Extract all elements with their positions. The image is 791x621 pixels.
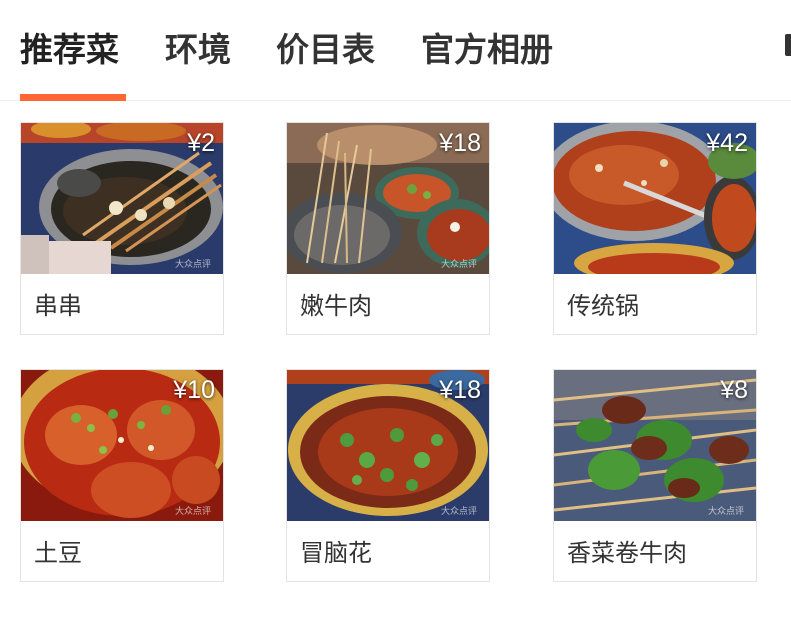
dish-photo: ¥10 大众点评 (21, 370, 223, 521)
watermark: 大众点评 (440, 507, 477, 517)
dish-price: ¥8 (720, 376, 748, 404)
active-tab-indicator (20, 94, 126, 101)
watermark: 大众点评 (174, 260, 211, 270)
dish-price: ¥18 (439, 376, 481, 404)
dish-name: 传统锅 (567, 292, 639, 320)
dish-photo: ¥8 大众点评 (554, 370, 756, 521)
dish-card-chuanchuan[interactable]: ¥2 大众点评 串串 (20, 122, 224, 335)
dish-photo: ¥18 大众点评 (287, 123, 489, 274)
dish-price: ¥18 (439, 129, 481, 157)
dish-photo: ¥18 大众点评 (287, 370, 489, 521)
dish-card-coriander-beef[interactable]: ¥8 大众点评 香菜卷牛肉 (553, 369, 757, 582)
dish-price: ¥2 (187, 129, 215, 157)
dish-name: 嫩牛肉 (300, 292, 372, 320)
watermark: 大众点评 (440, 260, 477, 270)
tab-price-list[interactable]: 价目表 (276, 28, 375, 72)
tab-official-album[interactable]: 官方相册 (421, 28, 553, 72)
watermark: 大众点评 (174, 507, 211, 517)
tab-recommended-dishes[interactable]: 推荐菜 (20, 28, 119, 72)
tab-bar: 推荐菜 环境 价目表 官方相册 (0, 0, 791, 101)
dish-photo: ¥42 (554, 123, 756, 274)
dish-name: 冒脑花 (300, 539, 372, 567)
dish-card-brain[interactable]: ¥18 大众点评 冒脑花 (286, 369, 490, 582)
dish-name: 香菜卷牛肉 (567, 539, 687, 567)
watermark: 大众点评 (707, 507, 744, 517)
dish-price: ¥42 (706, 129, 748, 157)
dish-name: 土豆 (34, 539, 82, 567)
next-tab-peek[interactable] (785, 34, 791, 56)
dish-photo: ¥2 大众点评 (21, 123, 223, 274)
dish-card-traditional-pot[interactable]: ¥42 传统锅 (553, 122, 757, 335)
dish-card-tender-beef[interactable]: ¥18 大众点评 嫩牛肉 (286, 122, 490, 335)
dish-name: 串串 (34, 292, 82, 320)
dish-price: ¥10 (173, 376, 215, 404)
dish-card-potato[interactable]: ¥10 大众点评 土豆 (20, 369, 224, 582)
recommended-dishes-page: 推荐菜 环境 价目表 官方相册 ¥2 大众点评 串串 ¥18 大众点评 嫩牛肉 … (0, 0, 791, 621)
tab-environment[interactable]: 环境 (165, 28, 231, 72)
